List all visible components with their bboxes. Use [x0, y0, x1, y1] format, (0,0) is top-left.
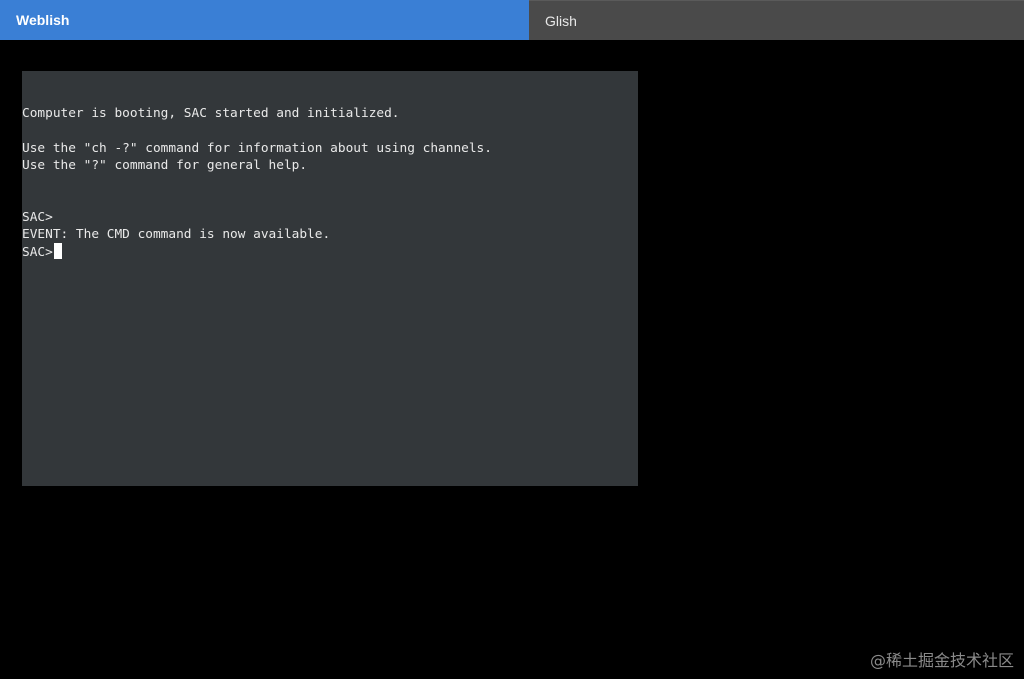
watermark: @稀土掘金技术社区 — [869, 651, 1014, 670]
console-prompt: SAC> — [22, 245, 53, 261]
tab-weblish[interactable]: Weblish — [0, 0, 529, 40]
console-line: SAC> — [22, 209, 53, 225]
console-line: Use the "ch -?" command for information … — [22, 140, 492, 156]
tab-glish[interactable]: Glish — [529, 0, 1024, 40]
text-cursor — [53, 243, 62, 260]
console-line: Computer is booting, SAC started and ini… — [22, 106, 400, 121]
console-prompt-line[interactable]: SAC> — [22, 243, 638, 260]
sac-console[interactable]: Computer is booting, SAC started and ini… — [22, 71, 638, 486]
console-line: Use the "?" command for general help. — [22, 157, 308, 173]
console-line: EVENT: The CMD command is now available. — [22, 227, 331, 243]
tab-bar: Weblish Glish — [0, 0, 1024, 40]
